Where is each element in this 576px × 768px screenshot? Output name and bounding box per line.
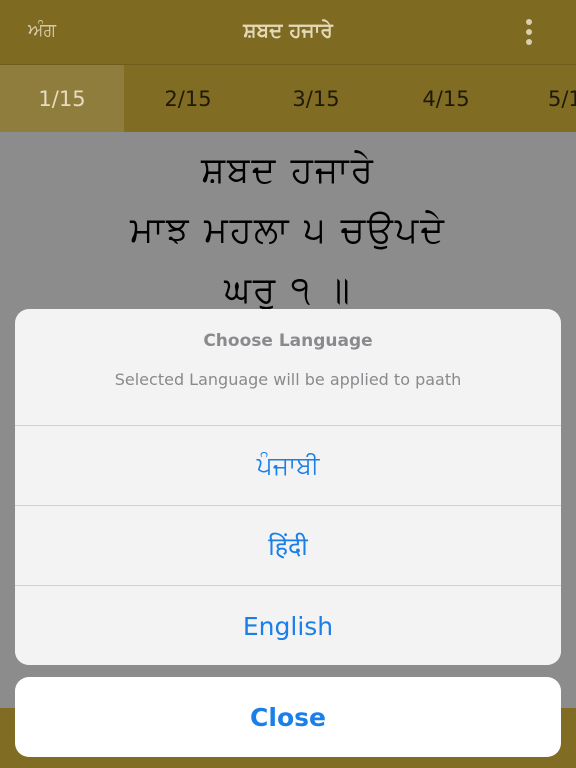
option-english[interactable]: English xyxy=(15,585,561,665)
page-title: ਸ਼ਬਦ ਹਜਾਰੇ xyxy=(243,18,333,42)
page-tabs: 1/15 2/15 3/15 4/15 5/15 xyxy=(0,64,576,133)
gurbani-line: ਘਰੁ ੧ ॥ xyxy=(224,270,352,311)
vertical-dots-icon[interactable] xyxy=(526,19,532,45)
tab-4[interactable]: 4/15 xyxy=(384,65,508,133)
option-hindi[interactable]: हिंदी xyxy=(15,505,561,586)
tab-2[interactable]: 2/15 xyxy=(126,65,250,133)
close-button[interactable]: Close xyxy=(15,677,561,757)
language-action-sheet: Choose Language Selected Language will b… xyxy=(15,309,561,665)
tab-5[interactable]: 5/15 xyxy=(516,65,576,133)
tab-3[interactable]: 3/15 xyxy=(254,65,378,133)
gurbani-line: ਸ਼ਬਦ ਹਜਾਰੇ xyxy=(201,150,375,191)
sheet-message: Selected Language will be applied to paa… xyxy=(114,370,462,389)
gurbani-line: ਮਾਝ ਮਹਲਾ ੫ ਚਉਪਦੇ xyxy=(130,210,446,251)
tab-1[interactable]: 1/15 xyxy=(0,65,124,133)
option-punjabi[interactable]: ਪੰਜਾਬੀ xyxy=(15,425,561,506)
navigation-bar: ਅੰਗ ਸ਼ਬਦ ਹਜਾਰੇ xyxy=(0,0,576,64)
sheet-title: Choose Language xyxy=(203,331,373,351)
